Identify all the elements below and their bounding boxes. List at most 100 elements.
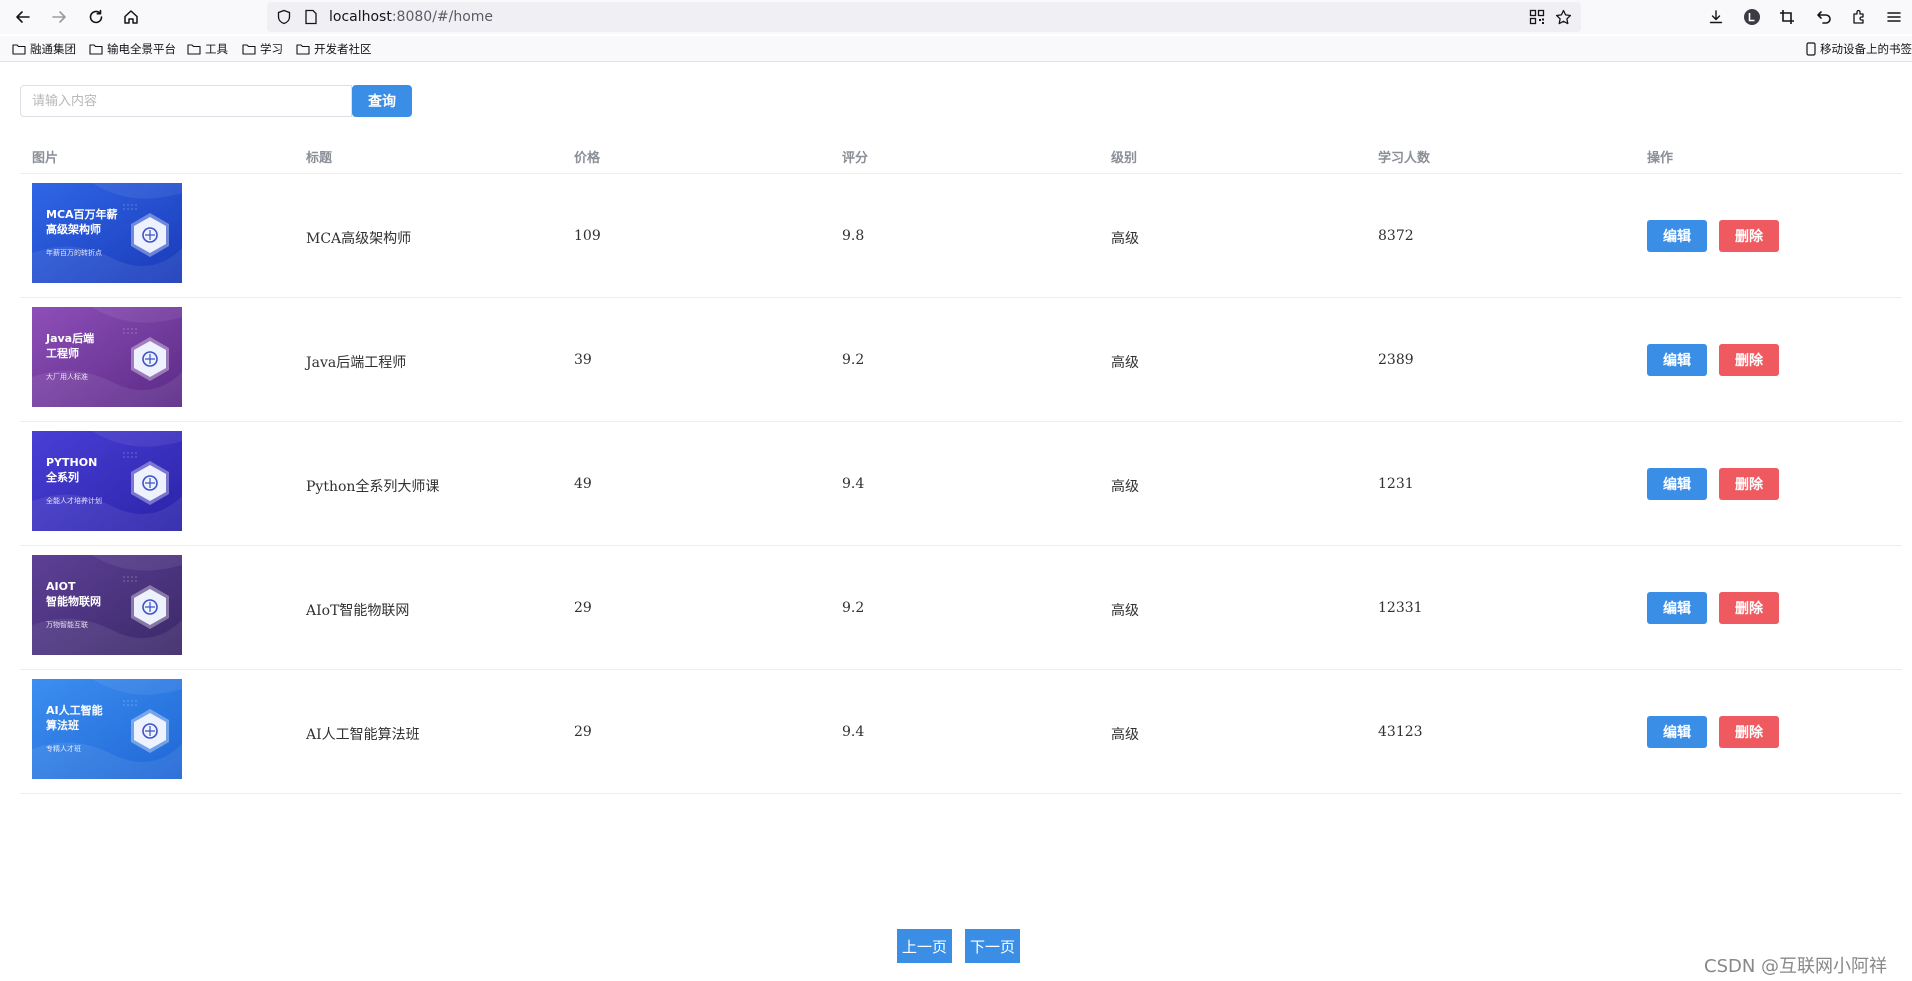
edit-button[interactable]: 编辑 xyxy=(1647,220,1707,252)
course-thumbnail-java-icon: Java后端 工程师 大厂用人标准 xyxy=(32,307,182,407)
bookmark-label: 融通集团 xyxy=(30,42,76,56)
course-title: Python全系列大师课 xyxy=(306,479,440,495)
header-title: 标题 xyxy=(306,151,333,166)
bookmark-star-icon[interactable] xyxy=(1554,8,1572,26)
course-thumbnail-ai-icon: AI人工智能 算法班 专精人才班 xyxy=(32,679,182,779)
course-rating: 9.4 xyxy=(842,476,865,492)
watermark: CSDN @互联网小阿祥 xyxy=(1704,956,1888,977)
delete-button[interactable]: 删除 xyxy=(1719,220,1779,252)
course-thumbnail-python-icon: PYTHON 全系列 全能人才培养计划 xyxy=(32,431,182,531)
course-learners: 8372 xyxy=(1378,228,1414,244)
edit-button[interactable]: 编辑 xyxy=(1647,344,1707,376)
course-learners: 1231 xyxy=(1378,476,1414,492)
thumbnail-subtitle: 万物智能互联 xyxy=(46,621,88,629)
forward-icon[interactable] xyxy=(47,5,71,29)
thumbnail-subtitle: 年薪百万的转折点 xyxy=(46,249,102,257)
table-row: MCA百万年薪 高级架构师 年薪百万的转折点 MCA高级架构师 109 9.8 … xyxy=(20,174,1902,298)
search-input[interactable] xyxy=(20,85,352,117)
thumbnail-title: Java后端 工程师 xyxy=(46,332,95,360)
edit-button[interactable]: 编辑 xyxy=(1647,716,1707,748)
course-title: Java后端工程师 xyxy=(306,355,407,371)
course-learners: 2389 xyxy=(1378,352,1414,368)
browser-toolbar: localhost:8080/#/home xyxy=(0,0,1912,34)
url-bar[interactable]: localhost:8080/#/home xyxy=(267,2,1581,32)
account-icon[interactable] xyxy=(1741,6,1763,28)
delete-button[interactable]: 删除 xyxy=(1719,716,1779,748)
extensions-icon[interactable] xyxy=(1848,6,1870,28)
course-level: 高级 xyxy=(1111,479,1139,495)
course-rating: 9.8 xyxy=(842,228,865,244)
delete-button[interactable]: 删除 xyxy=(1719,344,1779,376)
thumbnail-subtitle: 大厂用人标准 xyxy=(46,373,88,381)
menu-icon[interactable] xyxy=(1883,6,1905,28)
course-rating: 9.2 xyxy=(842,352,865,368)
thumbnail-title: PYTHON 全系列 xyxy=(46,456,98,484)
url-text[interactable]: localhost:8080/#/home xyxy=(329,9,493,25)
prev-page-button[interactable]: 上一页 xyxy=(897,929,953,963)
undo-icon[interactable] xyxy=(1813,6,1835,28)
thumbnail-title: AIOT 智能物联网 xyxy=(46,580,101,608)
bookmark-label: 学习 xyxy=(260,42,283,56)
bookmark-folder-3[interactable]: 学习 xyxy=(242,41,283,57)
qr-code-icon[interactable] xyxy=(1528,8,1546,26)
course-price: 29 xyxy=(574,724,592,740)
course-rating: 9.2 xyxy=(842,600,865,616)
edit-button[interactable]: 编辑 xyxy=(1647,592,1707,624)
header-level: 级别 xyxy=(1111,151,1138,166)
course-thumbnail-iot-icon: AIOT 智能物联网 万物智能互联 xyxy=(32,555,182,655)
bookmark-label: 工具 xyxy=(205,42,228,56)
course-table: 图片 标题 价格 评分 级别 学习人数 操作 MCA百万年薪 高级架构师 年薪百… xyxy=(20,137,1902,794)
thumbnail-title: AI人工智能 算法班 xyxy=(46,704,103,732)
search-button[interactable]: 查询 xyxy=(352,85,412,117)
header-price: 价格 xyxy=(574,151,601,166)
reload-icon[interactable] xyxy=(84,5,108,29)
delete-button[interactable]: 删除 xyxy=(1719,468,1779,500)
course-level: 高级 xyxy=(1111,231,1139,247)
course-level: 高级 xyxy=(1111,355,1139,371)
bookmark-folder-2[interactable]: 工具 xyxy=(187,41,228,57)
header-actions: 操作 xyxy=(1647,151,1674,166)
course-level: 高级 xyxy=(1111,603,1139,619)
next-page-button[interactable]: 下一页 xyxy=(965,929,1021,963)
delete-button[interactable]: 删除 xyxy=(1719,592,1779,624)
table-row: AIOT 智能物联网 万物智能互联 AIoT智能物联网 29 9.2 高级 12… xyxy=(20,546,1902,670)
folder-icon xyxy=(296,44,310,55)
folder-icon xyxy=(12,44,26,55)
course-thumbnail-layers-icon: MCA百万年薪 高级架构师 年薪百万的转折点 xyxy=(32,183,182,283)
bookmarks-bar: 融通集团 输电全景平台 工具 学习 开发者社区 移动设备上的书签 xyxy=(0,36,1912,62)
table-row: Java后端 工程师 大厂用人标准 Java后端工程师 39 9.2 高级 23… xyxy=(20,298,1902,422)
course-price: 29 xyxy=(574,600,592,616)
thumbnail-subtitle: 全能人才培养计划 xyxy=(46,497,102,505)
shield-icon[interactable] xyxy=(275,8,293,26)
bookmark-folder-1[interactable]: 输电全景平台 xyxy=(89,41,176,57)
thumbnail-title: MCA百万年薪 高级架构师 xyxy=(46,208,118,236)
course-price: 39 xyxy=(574,352,592,368)
course-title: AIoT智能物联网 xyxy=(306,603,410,619)
crop-icon[interactable] xyxy=(1776,6,1798,28)
table-row: AI人工智能 算法班 专精人才班 AI人工智能算法班 29 9.4 高级 431… xyxy=(20,670,1902,794)
course-price: 49 xyxy=(574,476,592,492)
table-header: 图片 标题 价格 评分 级别 学习人数 操作 xyxy=(20,137,1902,174)
course-rating: 9.4 xyxy=(842,724,865,740)
course-price: 109 xyxy=(574,228,601,244)
course-title: MCA高级架构师 xyxy=(306,231,412,247)
home-icon[interactable] xyxy=(119,5,143,29)
course-level: 高级 xyxy=(1111,727,1139,743)
table-body: MCA百万年薪 高级架构师 年薪百万的转折点 MCA高级架构师 109 9.8 … xyxy=(20,174,1902,794)
downloads-icon[interactable] xyxy=(1705,6,1727,28)
back-icon[interactable] xyxy=(11,5,35,29)
header-learners: 学习人数 xyxy=(1378,151,1431,166)
bookmark-folder-4[interactable]: 开发者社区 xyxy=(296,41,372,57)
course-learners: 12331 xyxy=(1378,600,1423,616)
folder-icon xyxy=(242,44,256,55)
folder-icon xyxy=(89,44,103,55)
course-learners: 43123 xyxy=(1378,724,1423,740)
folder-icon xyxy=(187,44,201,55)
edit-button[interactable]: 编辑 xyxy=(1647,468,1707,500)
thumbnail-subtitle: 专精人才班 xyxy=(46,745,81,753)
table-row: PYTHON 全系列 全能人才培养计划 Python全系列大师课 49 9.4 … xyxy=(20,422,1902,546)
page-icon xyxy=(302,8,320,26)
mobile-bookmarks-label: 移动设备上的书签 xyxy=(1820,42,1912,56)
bookmark-folder-0[interactable]: 融通集团 xyxy=(12,41,76,57)
mobile-bookmarks[interactable]: 移动设备上的书签 xyxy=(1806,41,1912,57)
